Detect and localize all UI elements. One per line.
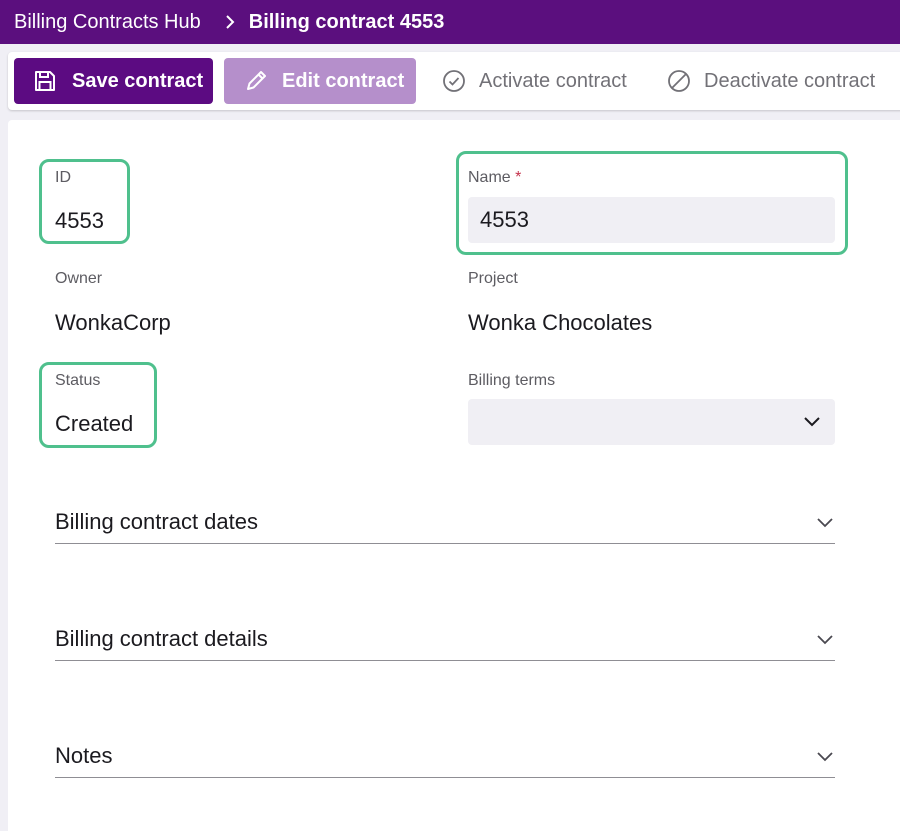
edit-contract-button[interactable]: Edit contract	[224, 58, 416, 104]
section-notes[interactable]: Notes	[55, 734, 835, 778]
project-label: Project	[468, 270, 518, 287]
status-highlight	[39, 362, 157, 448]
chevron-down-icon[interactable]	[817, 633, 833, 651]
owner-value[interactable]: WonkaCorp	[55, 310, 171, 336]
edit-contract-label: Edit contract	[282, 69, 405, 92]
pencil-icon	[244, 69, 268, 93]
activate-contract-button[interactable]: Activate contract	[442, 58, 627, 104]
name-highlight	[456, 151, 848, 255]
save-contract-label: Save contract	[72, 69, 204, 92]
command-bar: Save contract Edit contract Activate con…	[8, 52, 900, 110]
chevron-down-icon[interactable]	[817, 750, 833, 768]
section-billing-contract-details[interactable]: Billing contract details	[55, 617, 835, 661]
id-highlight	[39, 159, 130, 244]
breadcrumb-current: Billing contract 4553	[248, 10, 445, 33]
chevron-right-icon	[225, 15, 235, 29]
section-title: Billing contract dates	[55, 509, 258, 534]
project-value[interactable]: Wonka Chocolates	[468, 310, 652, 336]
prohibited-icon	[667, 69, 691, 93]
deactivate-contract-button[interactable]: Deactivate contract	[667, 58, 875, 104]
save-icon	[34, 70, 56, 92]
check-circle-icon	[442, 69, 466, 93]
activate-contract-label: Activate contract	[479, 69, 627, 92]
header-bar: Billing Contracts Hub Billing contract 4…	[0, 0, 900, 44]
owner-label: Owner	[55, 270, 103, 287]
deactivate-contract-label: Deactivate contract	[704, 69, 876, 92]
section-billing-contract-dates[interactable]: Billing contract dates	[55, 500, 835, 544]
breadcrumb-root[interactable]: Billing Contracts Hub	[14, 11, 201, 34]
section-title: Billing contract details	[55, 626, 268, 651]
save-contract-button[interactable]: Save contract	[14, 58, 213, 104]
section-title: Notes	[55, 743, 113, 768]
billing-terms-label: Billing terms	[468, 372, 556, 389]
billing-terms-select[interactable]	[468, 399, 835, 445]
chevron-down-icon	[803, 412, 821, 435]
chevron-down-icon[interactable]	[817, 516, 833, 534]
